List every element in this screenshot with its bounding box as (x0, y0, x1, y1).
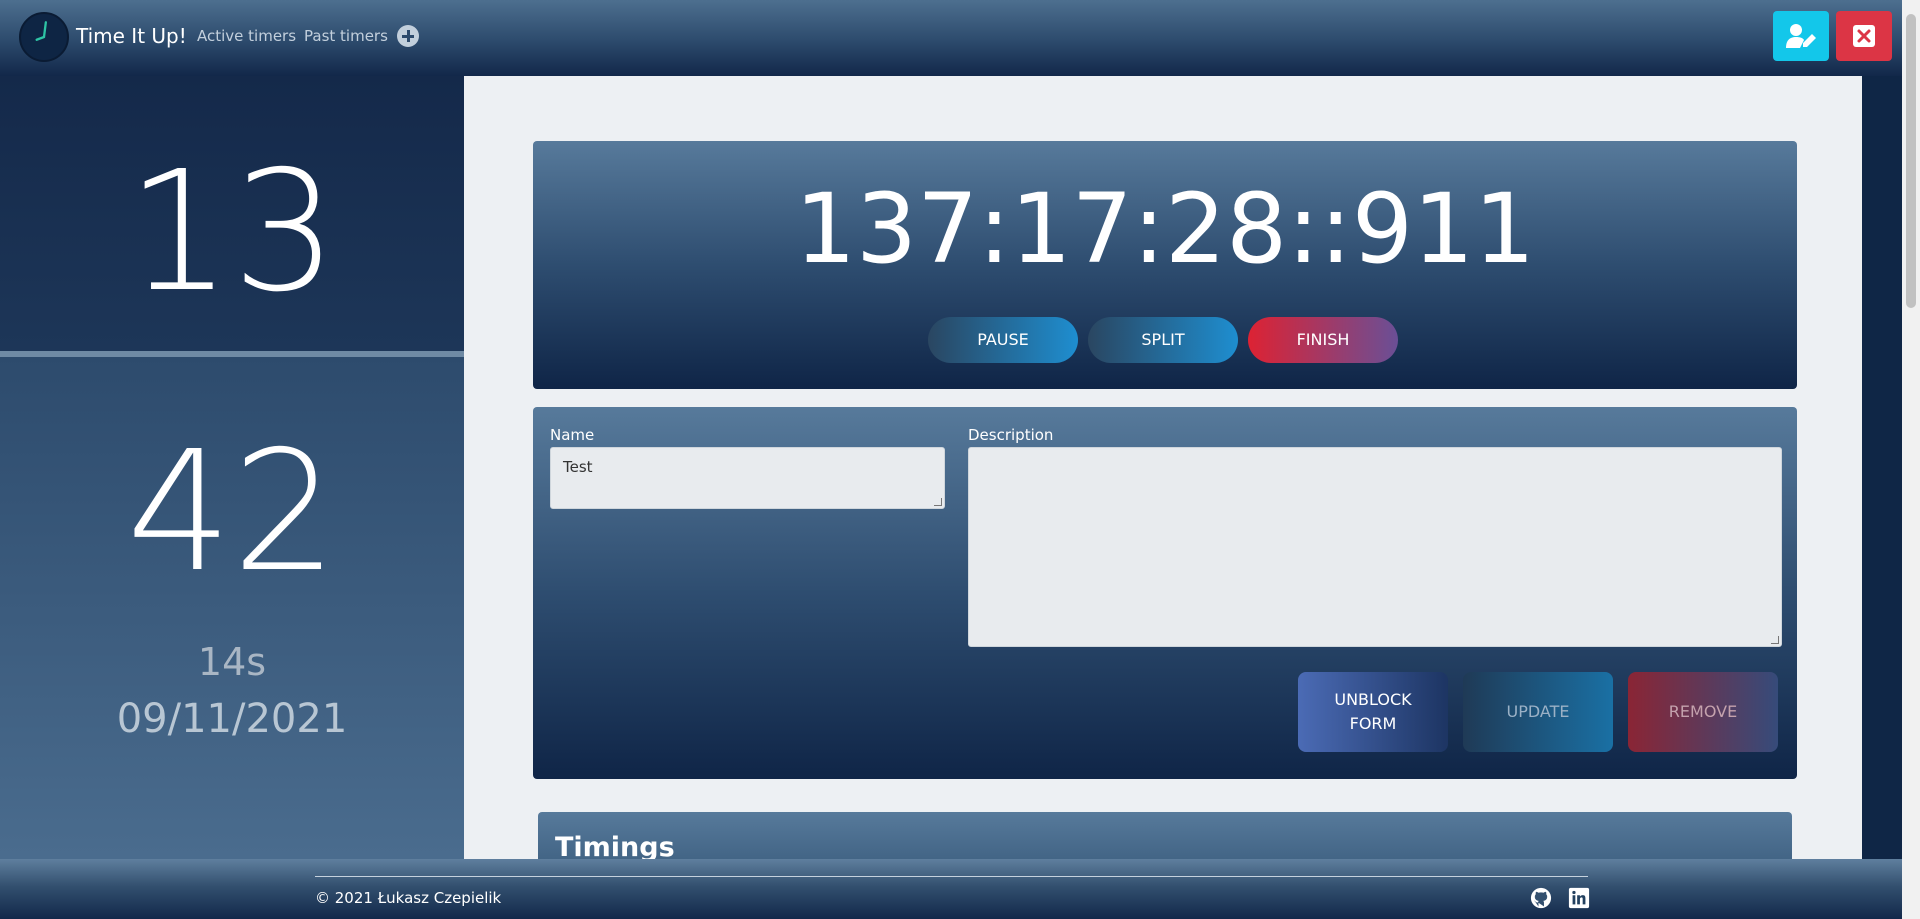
resize-handle-icon[interactable] (1771, 636, 1779, 644)
name-label: Name (550, 426, 595, 444)
copyright-text: © 2021 Łukasz Czepielik (315, 889, 502, 907)
github-icon[interactable] (1530, 887, 1552, 909)
finish-button[interactable]: FINISH (1248, 317, 1398, 363)
unblock-label-line2: FORM (1349, 714, 1397, 733)
update-button[interactable]: UPDATE (1463, 672, 1613, 752)
sidebar-date: 09/11/2021 (116, 696, 348, 742)
timings-title: Timings (555, 832, 675, 859)
unblock-label-line1: UNBLOCK (1334, 690, 1412, 709)
timer-card: 137:17:28::911 PAUSE SPLIT FINISH (533, 141, 1797, 389)
resize-handle-icon[interactable] (934, 498, 942, 506)
user-edit-icon (1786, 24, 1816, 48)
right-strip (1862, 76, 1902, 859)
unblock-form-button[interactable]: UNBLOCK FORM (1298, 672, 1448, 752)
split-button[interactable]: SPLIT (1088, 317, 1238, 363)
navbar: Time It Up! Active timers Past timers (0, 0, 1920, 76)
sidebar-value-bottom: 42 (126, 416, 338, 609)
page-scrollbar[interactable] (1902, 0, 1920, 919)
name-field-value: Test (563, 458, 593, 476)
nav-past-timers[interactable]: Past timers (304, 27, 388, 45)
footer-divider (315, 876, 1588, 877)
plus-circle-icon[interactable] (397, 25, 419, 47)
nav-active-timers[interactable]: Active timers (197, 27, 296, 45)
timer-display: 137:17:28::911 (794, 173, 1536, 285)
timer-form: Name Description Test UNBLOCK FORM UPDAT… (533, 407, 1797, 779)
pause-button[interactable]: PAUSE (928, 317, 1078, 363)
brand-title[interactable]: Time It Up! (76, 24, 187, 48)
footer: © 2021 Łukasz Czepielik (0, 859, 1902, 919)
description-field[interactable] (968, 447, 1782, 647)
description-label: Description (968, 426, 1054, 444)
clock-logo-icon[interactable] (19, 12, 69, 62)
linkedin-icon[interactable] (1568, 887, 1590, 909)
main-content: 137:17:28::911 PAUSE SPLIT FINISH Name D… (464, 76, 1862, 859)
close-button[interactable] (1836, 11, 1892, 61)
name-field[interactable]: Test (550, 447, 945, 509)
timings-card: Timings (538, 812, 1792, 859)
edit-user-button[interactable] (1773, 11, 1829, 61)
sidebar-value-top: 13 (126, 136, 338, 329)
sidebar-seconds: 14s (197, 640, 267, 684)
close-icon (1853, 25, 1875, 47)
remove-button[interactable]: REMOVE (1628, 672, 1778, 752)
scrollbar-thumb[interactable] (1906, 14, 1916, 308)
